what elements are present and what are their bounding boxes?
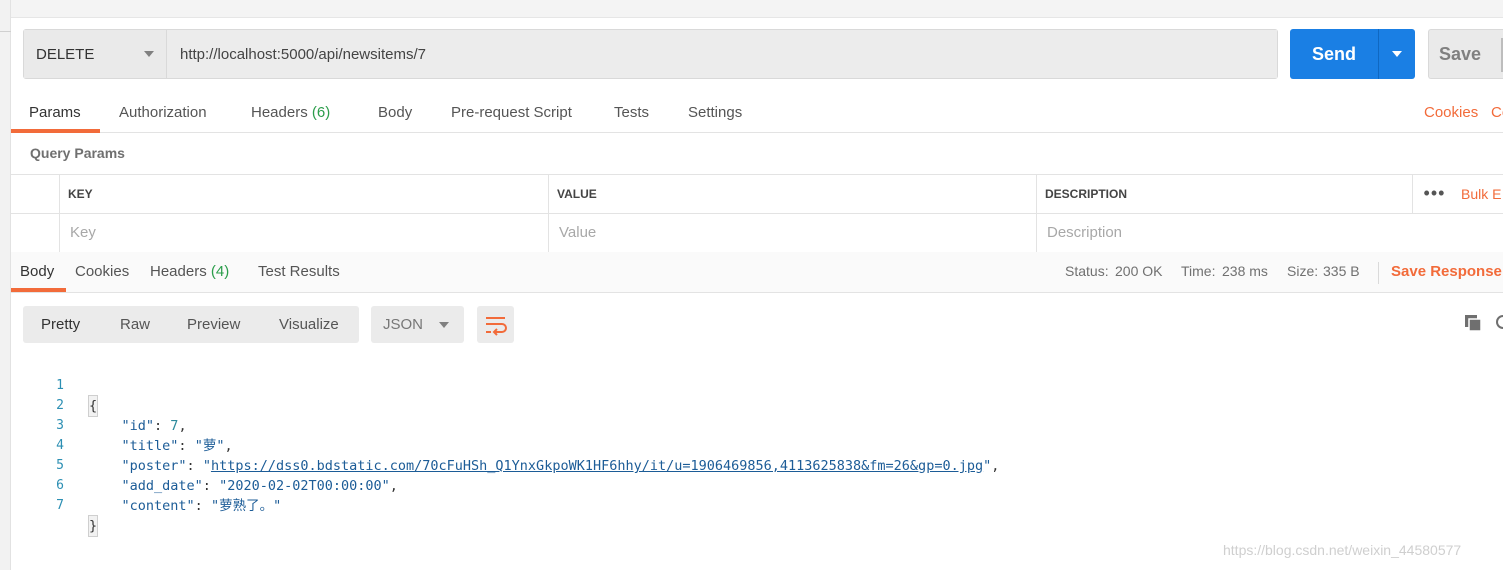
code-line: 2 "id": 7, — [23, 376, 1493, 434]
tab-params[interactable]: Params — [29, 93, 81, 133]
json-key-content: "content" — [121, 498, 195, 514]
bulk-edit-link[interactable]: Bulk E — [1461, 175, 1501, 213]
tab-response-cookies[interactable]: Cookies — [75, 252, 129, 292]
tab-response-body[interactable]: Body — [20, 252, 54, 292]
tab-body[interactable]: Body — [378, 93, 412, 133]
response-headers-count-badge: (4) — [210, 263, 230, 280]
table-row: Key Value Description — [11, 214, 1503, 253]
active-tab-indicator — [11, 288, 66, 292]
query-params-table: KEY VALUE DESCRIPTION ••• Bulk E Key Val… — [11, 174, 1503, 253]
wrap-lines-icon — [486, 317, 507, 336]
save-response-button[interactable]: Save Response — [1391, 252, 1502, 292]
method-select[interactable]: DELETE — [24, 30, 167, 78]
edge-divider — [0, 20, 11, 32]
view-mode-group: Pretty Raw Preview Visualize — [23, 306, 359, 343]
tab-response-headers[interactable]: Headers (4) — [150, 252, 229, 292]
column-header-value: VALUE — [548, 175, 1037, 213]
format-label: JSON — [383, 316, 424, 333]
chevron-down-icon — [144, 51, 154, 57]
url-text: http://localhost:5000/api/newsitems/7 — [180, 45, 426, 63]
status-value: 200 OK — [1115, 263, 1163, 279]
wrap-lines-button[interactable] — [477, 306, 514, 343]
send-options-button[interactable] — [1379, 29, 1415, 79]
code-link[interactable]: Co — [1491, 93, 1503, 133]
column-header-description: DESCRIPTION — [1036, 175, 1412, 213]
tab-pre-request-script[interactable]: Pre-request Script — [451, 93, 572, 133]
code-line: 6 "content": "萝熟了。" — [23, 456, 1493, 514]
tab-authorization[interactable]: Authorization — [119, 93, 207, 133]
response-tabs: Body Cookies Headers (4) Test Results St… — [11, 252, 1503, 293]
top-tab-strip — [11, 0, 1503, 18]
column-header-key: KEY — [59, 175, 548, 213]
cookies-link[interactable]: Cookies — [1424, 93, 1478, 133]
copy-icon[interactable] — [1464, 314, 1482, 332]
tab-response-headers-label: Headers — [150, 263, 207, 280]
description-input[interactable]: Description — [1036, 214, 1503, 252]
time-value: 238 ms — [1222, 263, 1268, 279]
tab-tests[interactable]: Tests — [614, 93, 649, 133]
size-label: Size: — [1287, 263, 1319, 279]
json-value-content: 萝熟了。 — [219, 498, 274, 514]
watermark-text: https://blog.csdn.net/weixin_44580577 — [1223, 542, 1462, 558]
chevron-down-icon — [439, 322, 449, 328]
time-label: Time: — [1181, 263, 1216, 279]
value-input[interactable]: Value — [548, 214, 1037, 252]
format-select[interactable]: JSON — [371, 306, 464, 343]
url-input[interactable]: http://localhost:5000/api/newsitems/7 — [167, 30, 1277, 78]
tab-test-results[interactable]: Test Results — [258, 252, 340, 292]
save-button[interactable]: Save — [1428, 29, 1503, 79]
chevron-down-icon — [1392, 51, 1402, 57]
save-label: Save — [1439, 43, 1482, 64]
active-tab-indicator — [11, 129, 100, 133]
tab-settings[interactable]: Settings — [688, 93, 742, 133]
request-tabs: Params Authorization Headers (6) Body Pr… — [11, 93, 1503, 133]
key-input[interactable]: Key — [59, 214, 548, 252]
send-label: Send — [1311, 43, 1356, 64]
size-value: 335 B — [1323, 263, 1360, 279]
table-header-row: KEY VALUE DESCRIPTION ••• Bulk E — [11, 175, 1503, 214]
left-edge-panel — [0, 0, 11, 570]
code-line: 1 { — [23, 356, 1493, 417]
tab-headers-label: Headers — [251, 104, 308, 121]
view-mode-preview[interactable]: Preview — [187, 306, 240, 343]
send-button[interactable]: Send — [1290, 29, 1415, 79]
method-label: DELETE — [36, 45, 95, 63]
view-mode-pretty[interactable]: Pretty — [41, 306, 80, 343]
code-line: 5 "add_date": "2020-02-02T00:00:00", — [23, 436, 1493, 494]
view-mode-visualize[interactable]: Visualize — [279, 306, 339, 343]
line-number: 7 — [56, 498, 64, 513]
code-line: 3 "title": "萝", — [23, 396, 1493, 454]
status-label: Status: — [1065, 263, 1109, 279]
tab-headers[interactable]: Headers (6) — [251, 93, 330, 133]
meta-divider — [1378, 262, 1379, 284]
more-options-icon[interactable]: ••• — [1412, 175, 1456, 213]
query-params-title: Query Params — [30, 145, 125, 161]
headers-count-badge: (6) — [311, 104, 331, 121]
code-line: 7 } — [23, 476, 1493, 537]
code-line: 4 "poster": "https://dss0.bdstatic.com/7… — [23, 416, 1493, 474]
view-mode-raw[interactable]: Raw — [120, 306, 150, 343]
close-brace: } — [87, 515, 99, 537]
request-bar: DELETE http://localhost:5000/api/newsite… — [23, 29, 1278, 79]
response-body-code: 1 { 2 "id": 7, 3 "title": "萝", 4 "poster… — [23, 356, 1493, 537]
search-icon[interactable] — [1494, 313, 1503, 333]
